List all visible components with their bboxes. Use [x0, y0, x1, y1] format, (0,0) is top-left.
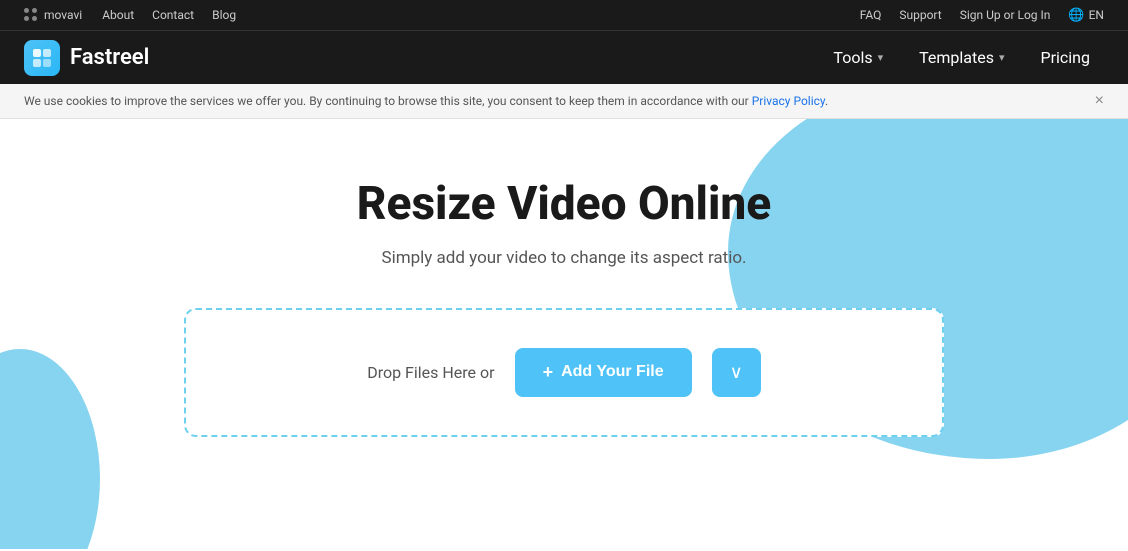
- cookie-text: We use cookies to improve the services w…: [24, 94, 828, 108]
- top-bar-right: FAQ Support Sign Up or Log In 🌐 EN: [860, 8, 1104, 23]
- nav-pricing[interactable]: Pricing: [1027, 42, 1105, 73]
- top-nav-contact[interactable]: Contact: [152, 8, 194, 22]
- hero-subtitle: Simply add your video to change its aspe…: [114, 248, 1014, 268]
- top-nav: About Contact Blog: [102, 8, 236, 22]
- hero-content: Resize Video Online Simply add your vide…: [114, 179, 1014, 308]
- plus-icon: +: [543, 362, 554, 383]
- nav-tools[interactable]: Tools ▾: [819, 42, 897, 73]
- cookie-bar: We use cookies to improve the services w…: [0, 84, 1128, 119]
- movavi-label: movavi: [44, 8, 82, 22]
- brand-icon: [24, 40, 60, 76]
- hero-title: Resize Video Online: [114, 179, 1014, 230]
- globe-icon: 🌐: [1068, 8, 1084, 23]
- chevron-down-icon: ∨: [730, 362, 743, 383]
- hero-section: Resize Video Online Simply add your vide…: [0, 119, 1128, 549]
- top-nav-support[interactable]: Support: [899, 8, 941, 22]
- nav-brand[interactable]: Fastreel: [24, 40, 149, 76]
- brand-name: Fastreel: [70, 45, 149, 70]
- language-selector[interactable]: 🌐 EN: [1068, 8, 1104, 23]
- blob-bottom-left-decoration: [0, 349, 100, 549]
- top-nav-about[interactable]: About: [102, 8, 134, 22]
- top-bar: movavi About Contact Blog FAQ Support Si…: [0, 0, 1128, 30]
- privacy-policy-link[interactable]: Privacy Policy: [752, 94, 825, 108]
- movavi-logo[interactable]: movavi: [24, 8, 82, 22]
- add-file-button[interactable]: + Add Your File: [515, 348, 692, 397]
- tools-chevron-icon: ▾: [878, 51, 884, 64]
- top-bar-left: movavi About Contact Blog: [24, 8, 236, 22]
- nav-templates[interactable]: Templates ▾: [905, 42, 1018, 73]
- main-nav-links: Tools ▾ Templates ▾ Pricing: [819, 42, 1104, 73]
- movavi-dots-icon: [24, 8, 38, 22]
- templates-chevron-icon: ▾: [999, 51, 1005, 64]
- file-options-dropdown-button[interactable]: ∨: [712, 348, 761, 397]
- top-nav-signup-login[interactable]: Sign Up or Log In: [960, 8, 1051, 22]
- top-nav-faq[interactable]: FAQ: [860, 8, 882, 22]
- dropzone[interactable]: Drop Files Here or + Add Your File ∨: [184, 308, 944, 437]
- top-nav-blog[interactable]: Blog: [212, 8, 236, 22]
- main-nav: Fastreel Tools ▾ Templates ▾ Pricing: [0, 30, 1128, 84]
- lang-label: EN: [1089, 8, 1104, 22]
- dropzone-text: Drop Files Here or: [367, 363, 494, 382]
- add-file-label: Add Your File: [561, 363, 664, 381]
- cookie-close-button[interactable]: ×: [1095, 92, 1104, 110]
